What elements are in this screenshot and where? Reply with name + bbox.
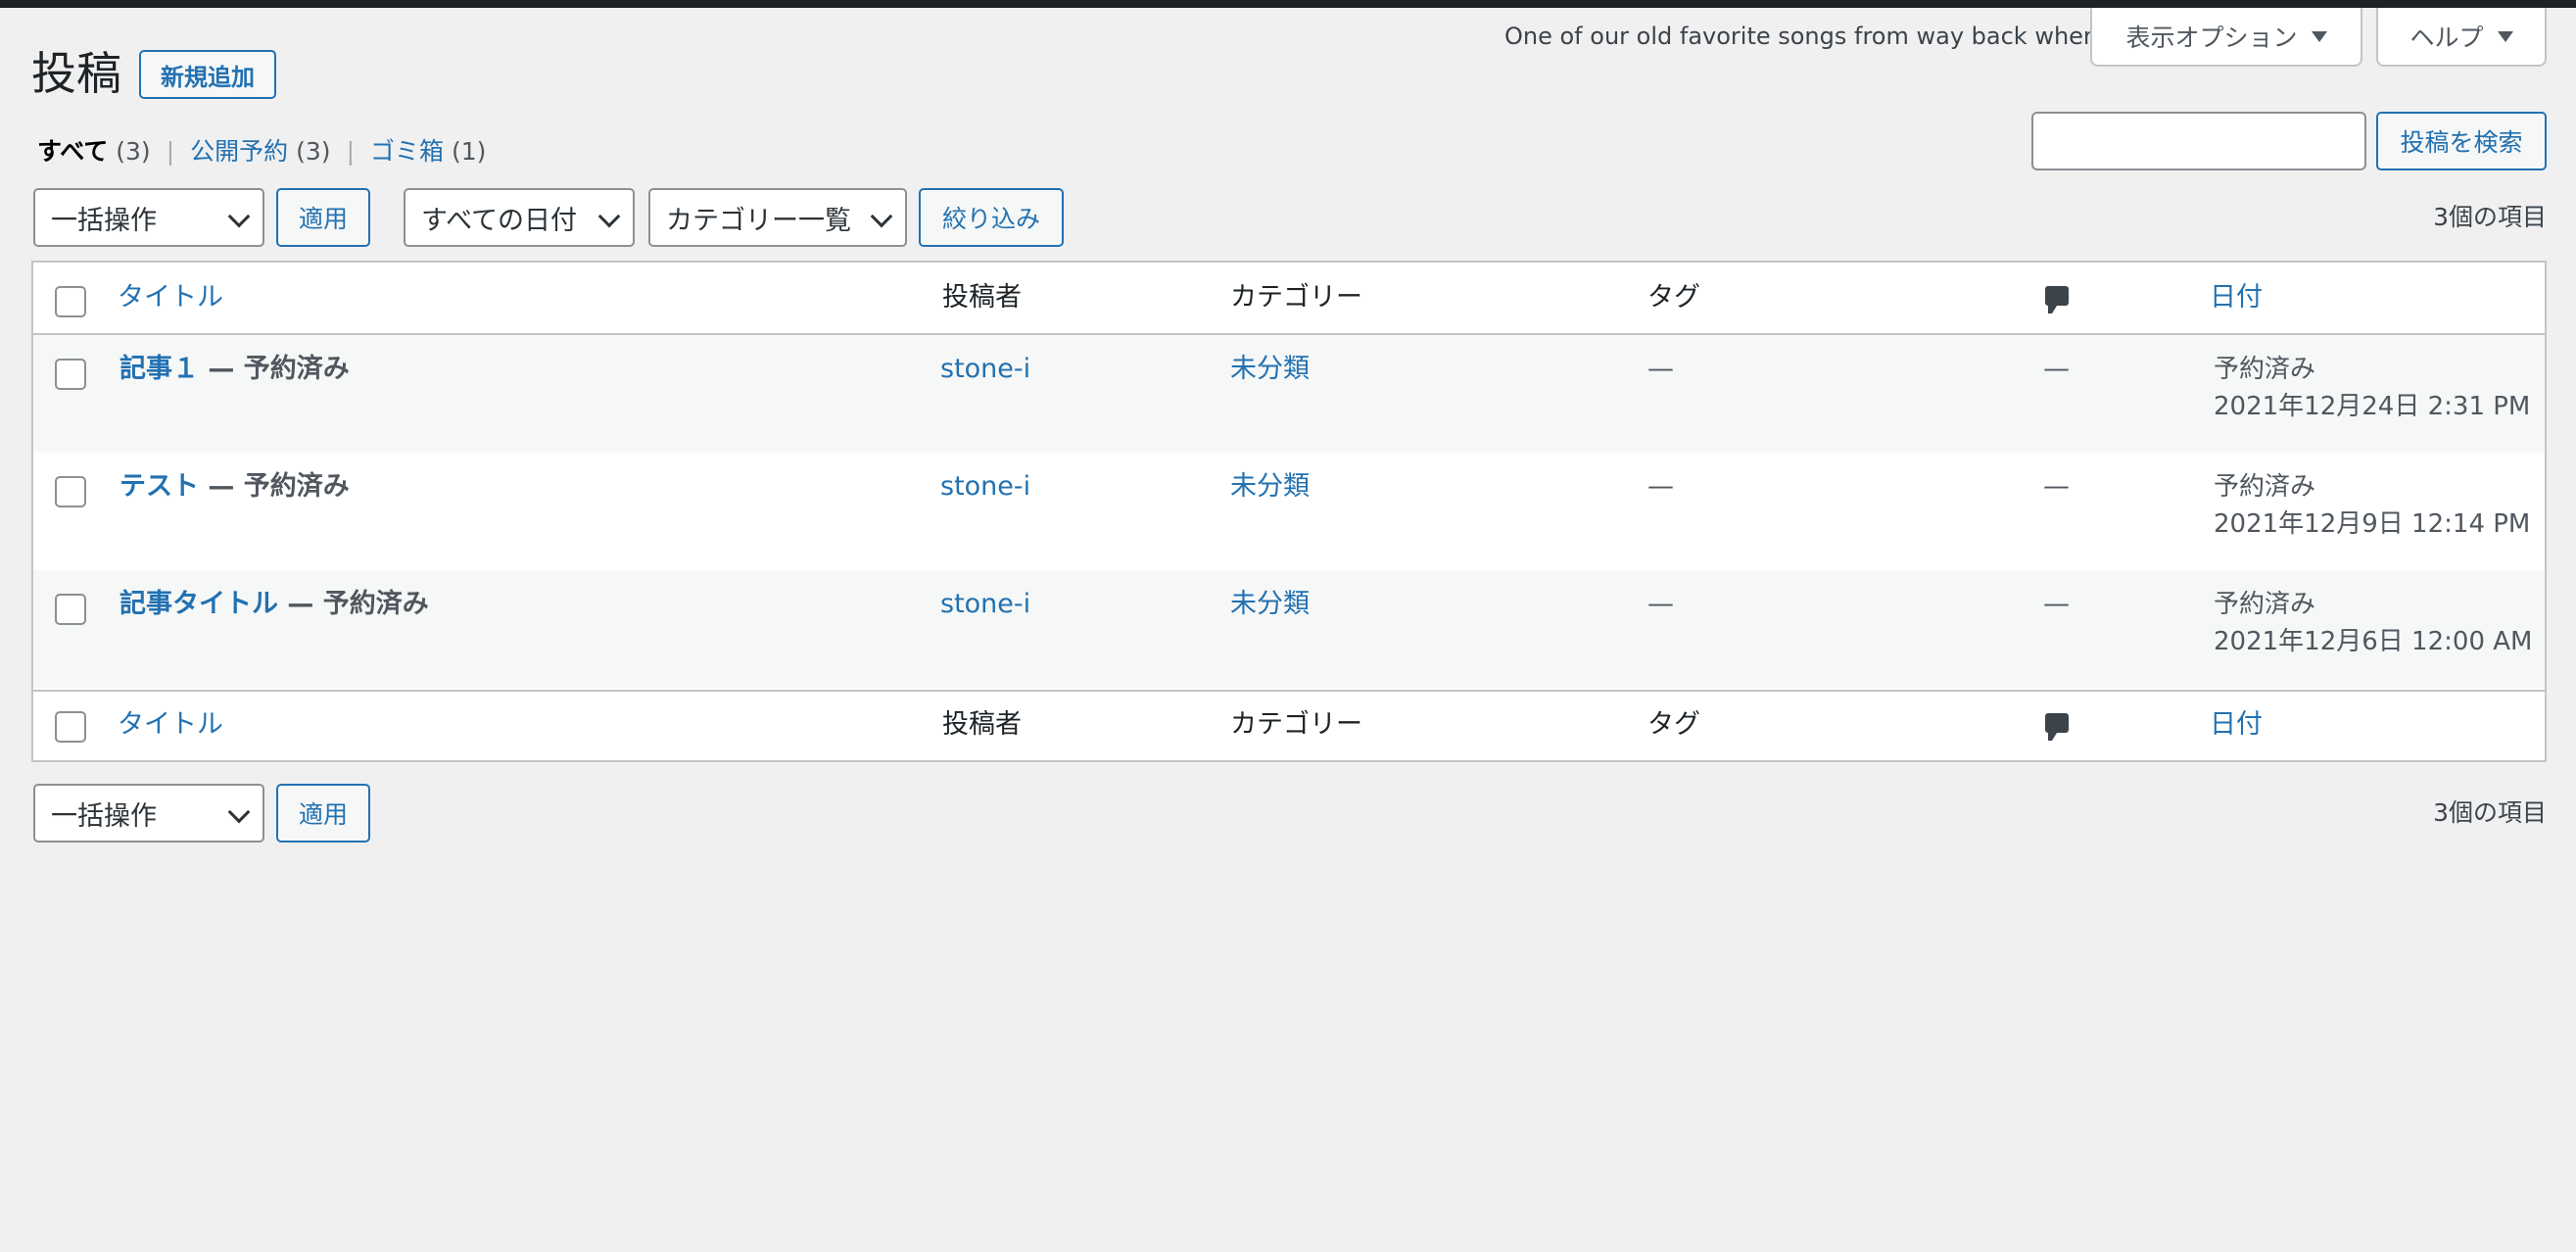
post-author[interactable]: stone-i <box>940 351 1030 388</box>
view-separator: | <box>346 137 355 166</box>
post-title: 記事タイトル — 予約済み <box>119 586 429 623</box>
post-comments: — <box>2043 471 2070 502</box>
post-category[interactable]: 未分類 <box>1230 351 1310 388</box>
post-date-status: 予約済み <box>2214 472 2316 502</box>
table-footer: タイトル 投稿者 カテゴリー タグ 日付 <box>33 690 2545 760</box>
column-title[interactable]: タイトル <box>118 706 223 744</box>
column-categories: カテゴリー <box>1230 282 1362 313</box>
bulk-action-value: 一括操作 <box>51 800 157 832</box>
post-date: 2021年12月6日 12:00 AM <box>2214 627 2533 656</box>
post-tags: — <box>1647 471 1674 502</box>
post-date: 2021年12月9日 12:14 PM <box>2214 509 2531 539</box>
post-category[interactable]: 未分類 <box>1230 468 1310 506</box>
chevron-down-icon <box>870 205 893 228</box>
apply-button-bottom[interactable]: 適用 <box>276 784 370 843</box>
view-scheduled[interactable]: 公開予約 <box>190 133 288 170</box>
date-filter-select[interactable]: すべての日付 <box>404 188 635 247</box>
item-count: 3個の項目 <box>2433 203 2547 231</box>
column-categories: カテゴリー <box>1230 709 1362 740</box>
post-title-link[interactable]: テスト <box>119 471 199 502</box>
column-tags: タグ <box>1647 282 1700 313</box>
post-tags: — <box>1647 589 1674 619</box>
row-checkbox[interactable] <box>55 476 86 507</box>
post-state: — 予約済み <box>208 471 350 502</box>
chevron-down-icon <box>597 205 621 228</box>
table-row: テスト — 予約済み stone-i 未分類 — — 予約済み 2021年12月… <box>33 453 2545 570</box>
view-scheduled-count: (3) <box>296 137 331 166</box>
view-trash[interactable]: ゴミ箱 <box>370 133 444 170</box>
item-count-bottom: 3個の項目 <box>2433 798 2547 827</box>
column-author: 投稿者 <box>942 282 1022 313</box>
triangle-down-icon <box>2311 30 2327 42</box>
select-all-checkbox[interactable] <box>55 711 86 743</box>
post-title-link[interactable]: 記事タイトル <box>119 589 278 619</box>
table-row: 記事１ — 予約済み stone-i 未分類 — — 予約済み 2021年12月… <box>33 335 2545 453</box>
post-category[interactable]: 未分類 <box>1230 586 1310 623</box>
post-date-status: 予約済み <box>2214 355 2316 384</box>
post-author[interactable]: stone-i <box>940 468 1030 506</box>
page-title: 投稿 <box>31 47 121 100</box>
category-filter-select[interactable]: カテゴリー一覧 <box>648 188 907 247</box>
view-separator: | <box>166 137 175 166</box>
row-checkbox[interactable] <box>55 359 86 390</box>
date-filter-value: すべての日付 <box>421 205 578 236</box>
select-all-checkbox[interactable] <box>55 286 86 317</box>
table-row: 記事タイトル — 予約済み stone-i 未分類 — — 予約済み 2021年… <box>33 570 2545 688</box>
post-tags: — <box>1647 354 1674 384</box>
view-all[interactable]: すべて <box>37 133 108 170</box>
post-state: — 予約済み <box>208 354 350 384</box>
help-button[interactable]: ヘルプ <box>2376 8 2547 67</box>
search-posts-button[interactable]: 投稿を検索 <box>2376 112 2547 170</box>
column-author: 投稿者 <box>942 709 1022 740</box>
post-title: 記事１ — 予約済み <box>119 351 350 388</box>
help-label: ヘルプ <box>2409 24 2484 52</box>
column-tags: タグ <box>1647 709 1700 740</box>
view-all-count: (3) <box>116 137 151 166</box>
posts-table: タイトル 投稿者 カテゴリー タグ 日付 記事１ — 予約済み stone-i … <box>31 261 2547 762</box>
column-date[interactable]: 日付 <box>2210 279 2263 316</box>
post-date: 2021年12月24日 2:31 PM <box>2214 392 2531 421</box>
triangle-down-icon <box>2497 30 2513 42</box>
row-checkbox[interactable] <box>55 594 86 625</box>
post-state: — 予約済み <box>287 589 429 619</box>
post-comments: — <box>2043 354 2070 384</box>
apply-button[interactable]: 適用 <box>276 188 370 247</box>
post-title: テスト — 予約済み <box>119 468 350 506</box>
view-trash-count: (1) <box>452 137 487 166</box>
category-filter-value: カテゴリー一覧 <box>666 205 851 236</box>
chevron-down-icon <box>227 205 251 228</box>
post-date-status: 予約済み <box>2214 590 2316 619</box>
column-title[interactable]: タイトル <box>118 279 223 316</box>
admin-bar <box>0 0 2576 8</box>
filter-button[interactable]: 絞り込み <box>919 188 1064 247</box>
add-new-button[interactable]: 新規追加 <box>139 50 276 99</box>
search-input[interactable] <box>2031 112 2366 170</box>
comment-bubble-icon[interactable] <box>2045 286 2069 313</box>
bulk-action-select-bottom[interactable]: 一括操作 <box>33 784 264 843</box>
screen-options-label: 表示オプション <box>2125 24 2298 52</box>
screen-options-button[interactable]: 表示オプション <box>2090 8 2362 67</box>
bulk-action-select[interactable]: 一括操作 <box>33 188 264 247</box>
bulk-action-value: 一括操作 <box>51 205 157 236</box>
chevron-down-icon <box>227 800 251 824</box>
post-title-link[interactable]: 記事１ <box>119 354 199 384</box>
column-date[interactable]: 日付 <box>2210 706 2263 744</box>
table-header: タイトル 投稿者 カテゴリー タグ 日付 <box>33 263 2545 335</box>
post-comments: — <box>2043 589 2070 619</box>
post-status-views: すべて (3) | 公開予約 (3) | ゴミ箱 (1) <box>37 133 486 170</box>
comment-bubble-icon[interactable] <box>2045 713 2069 741</box>
post-author[interactable]: stone-i <box>940 586 1030 623</box>
hello-dolly-lyric: One of our old favorite songs from way b… <box>1504 23 2099 50</box>
